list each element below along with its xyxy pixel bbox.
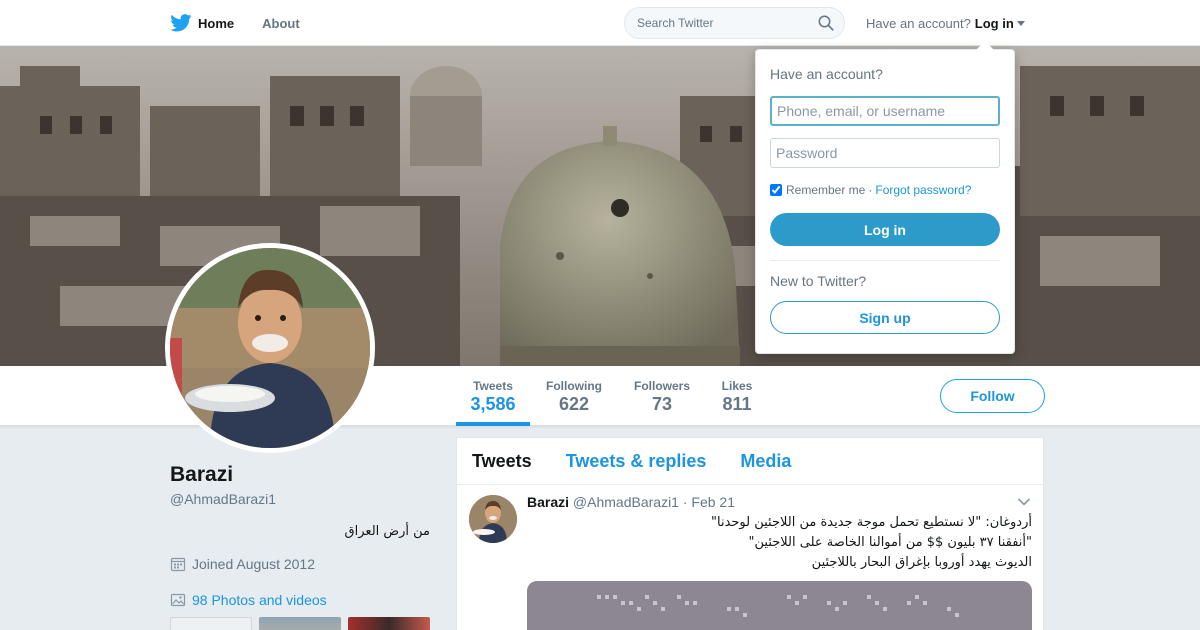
- stat-label: Tweets: [473, 379, 513, 393]
- stat-following[interactable]: Following 622: [541, 366, 607, 426]
- login-toggle[interactable]: Log in: [975, 16, 1014, 31]
- tweet-text-line: "أنفقنا ٣٧ بليون $$ من أموالنا الخاصة عل…: [748, 535, 1032, 550]
- tab-tweets[interactable]: Tweets: [472, 451, 532, 472]
- login-button[interactable]: Log in: [770, 213, 1000, 246]
- tweet-text-line: الديوث يهدد أوروبا بإغراق البحار باللاجئ…: [811, 555, 1032, 570]
- account-prompt: Have an account?: [866, 15, 971, 31]
- timeline-tabs: Tweets Tweets & replies Media: [457, 438, 1043, 485]
- profile-name: Barazi: [170, 463, 234, 486]
- stat-value: 811: [722, 394, 752, 414]
- tweet-media-image: [527, 581, 1032, 630]
- nav-home-label: Home: [198, 15, 235, 31]
- tweet-text: أردوغان: "لا نستطيع تحمل موجة جديدة من ا…: [527, 513, 1032, 573]
- photo-thumbnail[interactable]: [259, 617, 341, 630]
- follow-button[interactable]: Follow: [940, 379, 1045, 413]
- password-field[interactable]: [770, 138, 1000, 168]
- dropdown-title: Have an account?: [770, 66, 883, 82]
- stat-likes[interactable]: Likes 811: [718, 366, 756, 426]
- separator-dot: ·: [868, 183, 873, 197]
- stat-followers[interactable]: Followers 73: [630, 366, 694, 426]
- photo-thumbnails: [170, 617, 430, 630]
- top-nav-bar: Home About Have an account? Log in: [0, 0, 1200, 46]
- tweet-author-handle[interactable]: @AhmadBarazi1: [573, 494, 679, 510]
- tweet-author-name[interactable]: Barazi: [527, 494, 569, 510]
- calendar-icon: [170, 557, 186, 572]
- stat-label: Following: [546, 379, 602, 393]
- search-icon[interactable]: [818, 15, 834, 31]
- twitter-bird-icon: [170, 14, 192, 32]
- photo-thumbnail[interactable]: [348, 617, 430, 630]
- tweet-header: Barazi @AhmadBarazi1 · Feb 21: [527, 494, 735, 510]
- photo-icon: [170, 593, 186, 607]
- timeline: Tweets Tweets & replies Media Barazi @Ah…: [456, 437, 1044, 630]
- stat-label: Followers: [633, 379, 690, 393]
- forgot-password-link[interactable]: Forgot password?: [875, 183, 971, 197]
- tweet-avatar-image: [469, 495, 517, 543]
- tweet-text-line: أردوغان: "لا نستطيع تحمل موجة جديدة من ا…: [711, 515, 1032, 530]
- tab-tweets-replies[interactable]: Tweets & replies: [566, 451, 707, 472]
- tab-media[interactable]: Media: [740, 451, 791, 472]
- remember-label[interactable]: Remember me: [786, 183, 865, 197]
- tweet-avatar[interactable]: [469, 495, 517, 543]
- stat-value: 73: [651, 394, 673, 414]
- profile-avatar[interactable]: [165, 243, 375, 453]
- profile-photos[interactable]: 98 Photos and videos: [170, 592, 327, 608]
- tweet-date[interactable]: · Feb 21: [683, 494, 735, 510]
- profile-bio: من أرض العراق: [344, 524, 430, 539]
- nav-about-label: About: [262, 15, 300, 31]
- nav-left: Home About: [170, 0, 328, 46]
- caret-down-icon[interactable]: [1016, 20, 1025, 26]
- new-to-twitter-text: New to Twitter?: [770, 273, 867, 289]
- avatar-image: [170, 248, 370, 448]
- search-box: [624, 7, 845, 39]
- photo-thumbnail[interactable]: [170, 617, 252, 630]
- search-input[interactable]: [637, 8, 807, 38]
- signup-button[interactable]: Sign up: [770, 301, 1000, 334]
- username-field[interactable]: [770, 96, 1000, 126]
- stat-tweets[interactable]: Tweets 3,586: [456, 366, 530, 426]
- remember-checkbox[interactable]: [770, 184, 782, 196]
- stat-value: 3,586: [470, 394, 516, 414]
- profile-joined: Joined August 2012: [170, 556, 315, 572]
- stat-value: 622: [558, 394, 590, 414]
- nav-about[interactable]: About: [262, 16, 300, 31]
- divider: [770, 260, 1000, 261]
- photos-link[interactable]: 98 Photos and videos: [192, 592, 327, 608]
- nav-home[interactable]: Home: [170, 14, 234, 32]
- tweet-media[interactable]: [527, 581, 1032, 630]
- joined-text: Joined August 2012: [192, 556, 315, 572]
- chevron-down-icon[interactable]: [1017, 497, 1031, 507]
- stat-label: Likes: [721, 379, 753, 393]
- profile-handle: @AhmadBarazi1: [170, 491, 277, 507]
- account-menu: Have an account? Log in: [866, 0, 1025, 46]
- tweet[interactable]: Barazi @AhmadBarazi1 · Feb 21 أردوغان: "…: [457, 485, 1043, 630]
- login-dropdown: Have an account? Remember me · Forgot pa…: [755, 41, 1015, 354]
- remember-row: Remember me · Forgot password?: [770, 183, 971, 197]
